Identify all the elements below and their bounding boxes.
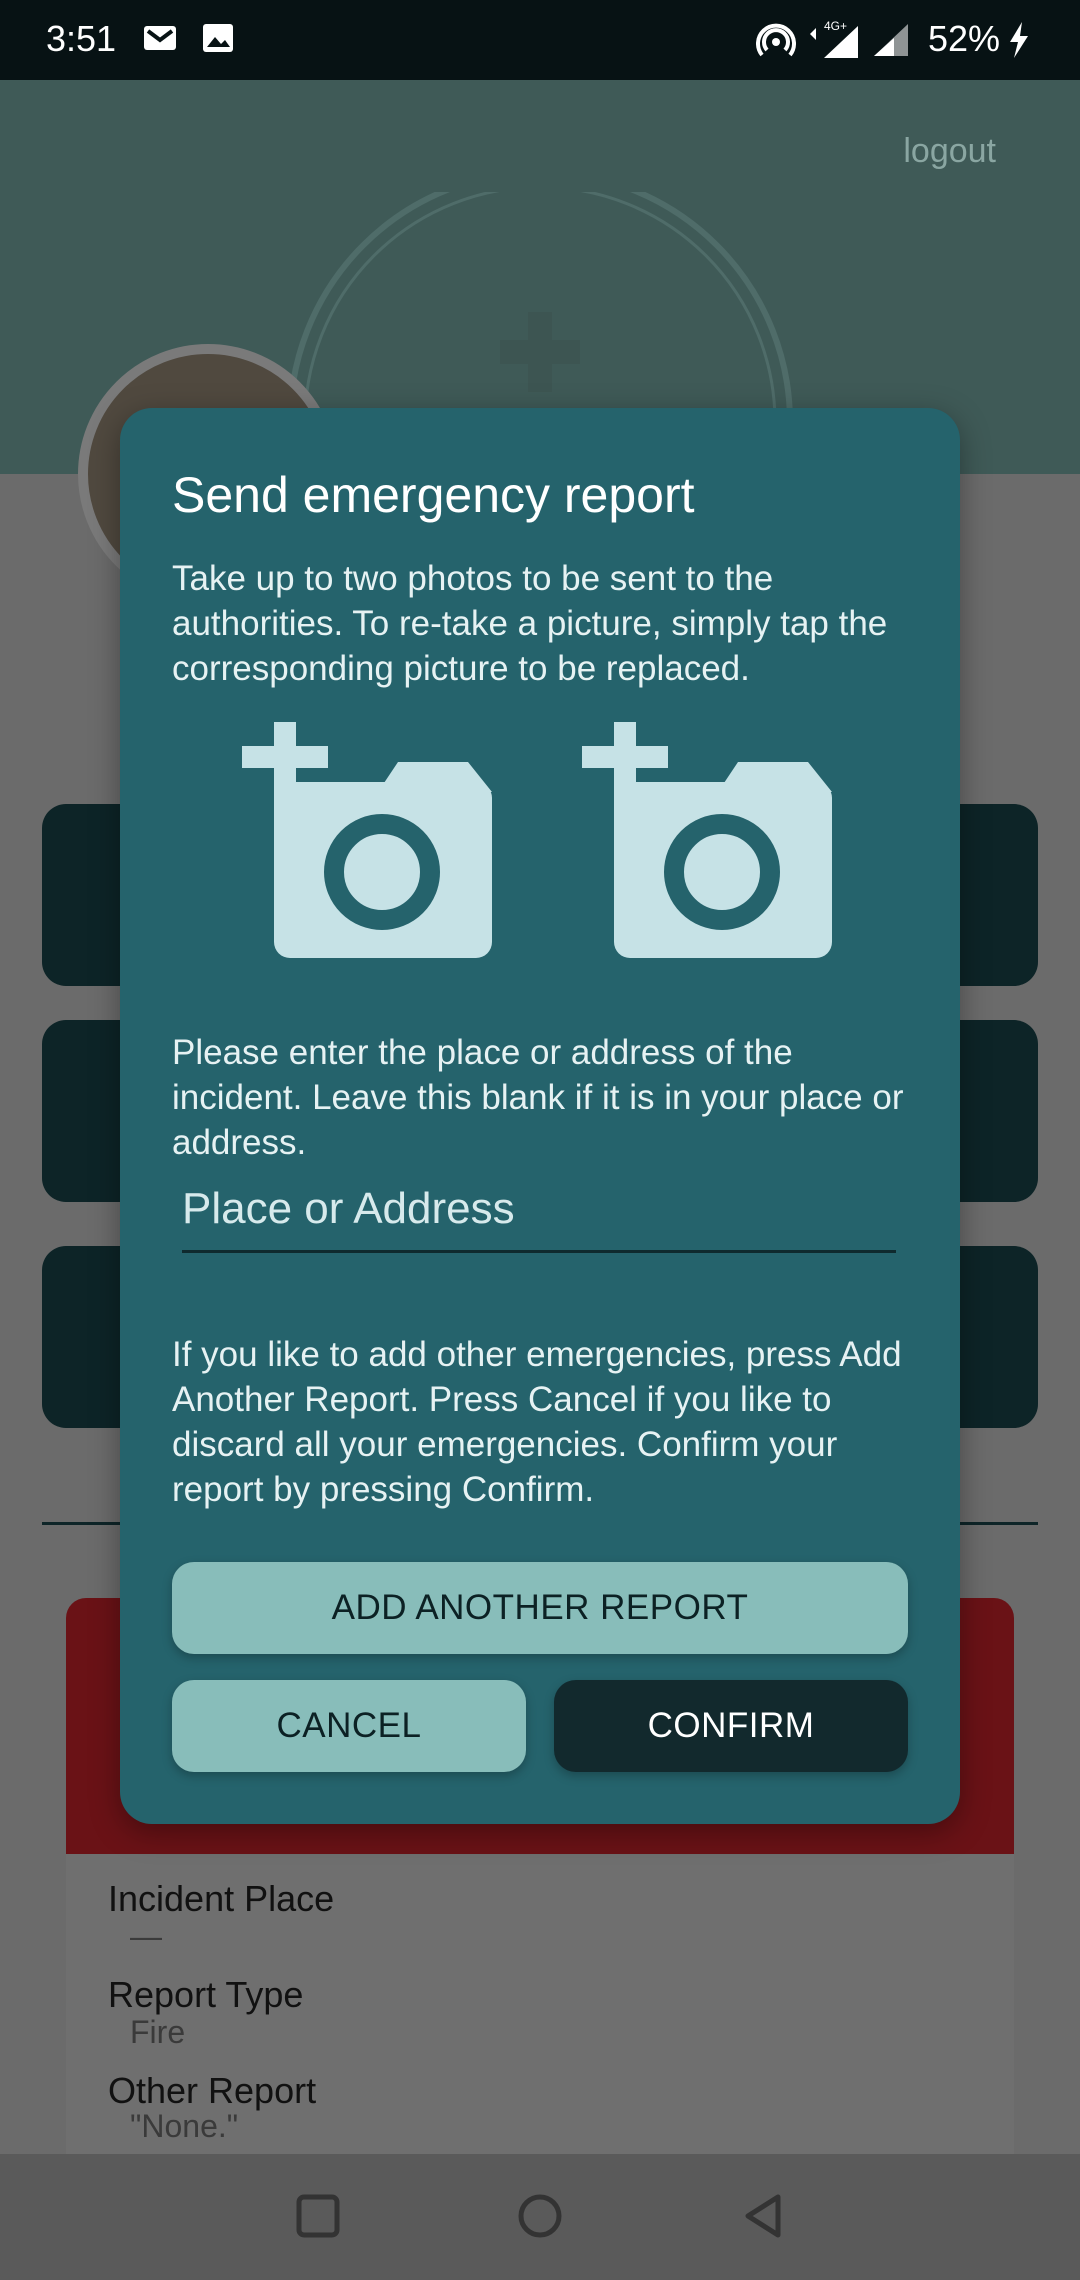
add-another-report-button[interactable]: ADD ANOTHER REPORT	[172, 1562, 908, 1654]
gmail-icon	[142, 20, 178, 61]
photo-instructions: Take up to two photos to be sent to the …	[172, 559, 888, 688]
other-report-value: "None."	[130, 2108, 239, 2144]
charging-icon	[1006, 20, 1032, 65]
report-type-label: Report Type	[108, 1974, 304, 2015]
incident-place-label: Incident Place	[108, 1878, 335, 1919]
navigation-bar	[0, 2154, 1080, 2280]
status-time: 3:51	[46, 18, 117, 59]
dialog-title: Send emergency report	[172, 467, 695, 523]
hotspot-icon	[756, 20, 796, 65]
confirm-button[interactable]: CONFIRM	[554, 1680, 908, 1772]
battery-percent: 52%	[928, 18, 1001, 59]
other-report-label: Other Report	[108, 2070, 317, 2111]
cancel-button[interactable]: CANCEL	[172, 1680, 526, 1772]
report-type-value: Fire	[130, 2014, 186, 2050]
back-button[interactable]	[740, 2192, 788, 2245]
place-address-input[interactable]	[182, 1178, 896, 1253]
recents-button[interactable]	[296, 2194, 340, 2243]
signal-icon: 4G+	[806, 18, 862, 65]
status-bar: 3:51 4G+ 52%	[0, 0, 1080, 80]
home-button[interactable]	[516, 2192, 564, 2245]
image-icon	[200, 20, 236, 61]
network-type-label: 4G+	[824, 19, 847, 33]
place-instructions: Please enter the place or address of the…	[172, 1033, 904, 1162]
emergency-report-dialog: Send emergency report Take up to two pho…	[120, 408, 960, 1824]
photo-slot-2[interactable]	[578, 712, 838, 962]
photo-slot-1[interactable]	[238, 712, 498, 962]
logout-link[interactable]: logout	[903, 132, 996, 171]
add-photo-icon	[578, 712, 832, 958]
add-photo-icon	[238, 712, 492, 958]
confirm-instructions: If you like to add other emergencies, pr…	[172, 1335, 902, 1509]
signal-icon-2	[872, 22, 912, 63]
incident-place-value: —	[130, 1918, 162, 1954]
